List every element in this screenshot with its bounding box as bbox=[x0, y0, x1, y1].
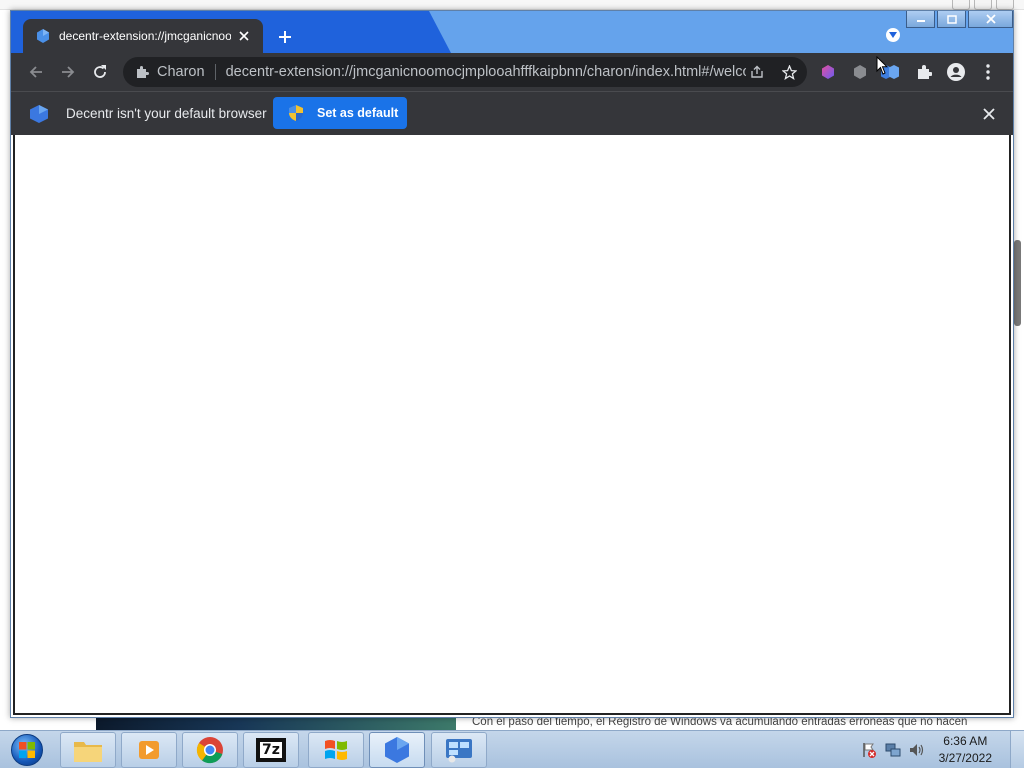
close-window-button[interactable] bbox=[968, 11, 1013, 28]
decentr-logo-icon bbox=[30, 105, 48, 123]
background-scrollbar[interactable] bbox=[1014, 240, 1021, 326]
control-panel-icon bbox=[446, 739, 472, 763]
7zip-icon: 7z bbox=[256, 738, 286, 762]
background-window-top bbox=[0, 0, 1024, 10]
page-content bbox=[13, 135, 1011, 715]
minimize-icon bbox=[916, 20, 925, 22]
system-clock[interactable]: 6:36 AM 3/27/2022 bbox=[939, 733, 992, 767]
address-bar[interactable]: Charon decentr-extension://jmcganicnoomo… bbox=[123, 57, 807, 87]
decentr-favicon-icon bbox=[37, 29, 49, 43]
windows-taskbar: 7z 6:36 AM 3/27/2022 bbox=[0, 730, 1024, 768]
background-image-strip bbox=[96, 716, 456, 730]
browser-toolbar: Charon decentr-extension://jmcganicnoomo… bbox=[11, 53, 1013, 91]
new-tab-button[interactable] bbox=[275, 27, 295, 47]
extension-chip-label: Charon bbox=[157, 64, 205, 80]
share-icon[interactable] bbox=[749, 64, 765, 80]
browser-window: decentr-extension://jmcganicnoomocjmploo… bbox=[10, 10, 1014, 718]
taskbar-folder-button[interactable] bbox=[60, 732, 116, 768]
mouse-cursor-icon bbox=[876, 56, 888, 75]
windows-flag-icon bbox=[325, 740, 347, 760]
network-icon[interactable] bbox=[885, 742, 901, 758]
set-as-default-label: Set as default bbox=[317, 106, 399, 120]
clock-time: 6:36 AM bbox=[943, 734, 988, 748]
bookmark-star-icon[interactable] bbox=[781, 64, 797, 80]
volume-icon[interactable] bbox=[909, 742, 925, 758]
maximize-button[interactable] bbox=[937, 11, 966, 28]
default-browser-infobar: Decentr isn't your default browser Set a… bbox=[11, 91, 1013, 135]
system-tray: 6:36 AM 3/27/2022 bbox=[861, 731, 992, 768]
forward-button[interactable] bbox=[57, 61, 79, 83]
7zip-label: 7z bbox=[260, 742, 282, 758]
maximize-icon bbox=[946, 14, 957, 24]
arrow-right-icon bbox=[62, 66, 75, 78]
chrome-icon bbox=[196, 737, 223, 764]
start-button[interactable] bbox=[4, 732, 50, 768]
set-as-default-button[interactable]: Set as default bbox=[273, 97, 407, 129]
back-button[interactable] bbox=[25, 61, 47, 83]
media-player-icon bbox=[139, 741, 159, 759]
close-icon bbox=[985, 14, 996, 24]
folder-icon bbox=[74, 742, 102, 762]
show-desktop-button[interactable] bbox=[1010, 731, 1024, 768]
omnibox-separator bbox=[214, 64, 216, 80]
tab-search-button[interactable] bbox=[886, 28, 900, 42]
tab-title: decentr-extension://jmcganicnoomocjmploo… bbox=[59, 29, 231, 43]
taskbar-7zip-button[interactable]: 7z bbox=[243, 732, 299, 768]
taskbar-decentr-button[interactable] bbox=[369, 732, 425, 768]
reload-icon bbox=[94, 65, 106, 78]
title-bar: decentr-extension://jmcganicnoomocjmploo… bbox=[11, 11, 1013, 53]
taskbar-control-panel-button[interactable] bbox=[431, 732, 487, 768]
taskbar-windows-button[interactable] bbox=[308, 732, 364, 768]
arrow-left-icon bbox=[29, 66, 42, 78]
extensions-puzzle-icon[interactable] bbox=[915, 63, 933, 81]
extension-gradient-icon[interactable] bbox=[819, 63, 837, 81]
window-controls bbox=[906, 11, 1013, 28]
plus-icon bbox=[279, 31, 291, 43]
decentr-app-icon bbox=[385, 737, 409, 763]
menu-kebab-icon[interactable] bbox=[979, 63, 997, 81]
taskbar-chrome-button[interactable] bbox=[182, 732, 238, 768]
url-text[interactable]: decentr-extension://jmcganicnoomocjmploo… bbox=[226, 64, 746, 80]
reload-button[interactable] bbox=[89, 61, 111, 83]
background-window-controls bbox=[952, 0, 1014, 10]
taskbar-media-player-button[interactable] bbox=[121, 732, 177, 768]
profile-avatar-icon[interactable] bbox=[947, 63, 965, 81]
clock-date: 3/27/2022 bbox=[938, 751, 992, 765]
uac-shield-icon bbox=[289, 105, 303, 121]
chevron-down-icon bbox=[889, 32, 897, 38]
puzzle-icon bbox=[137, 66, 149, 78]
infobar-message: Decentr isn't your default browser bbox=[66, 106, 267, 121]
minimize-button[interactable] bbox=[906, 11, 935, 28]
tab-close-icon[interactable] bbox=[235, 27, 253, 45]
infobar-close-icon[interactable] bbox=[981, 106, 997, 122]
windows-logo-icon bbox=[11, 734, 43, 766]
extension-grey-hexagon-icon[interactable] bbox=[851, 63, 869, 81]
action-center-flag-icon[interactable] bbox=[861, 742, 877, 758]
tab-active[interactable]: decentr-extension://jmcganicnoomocjmploo… bbox=[23, 19, 263, 53]
